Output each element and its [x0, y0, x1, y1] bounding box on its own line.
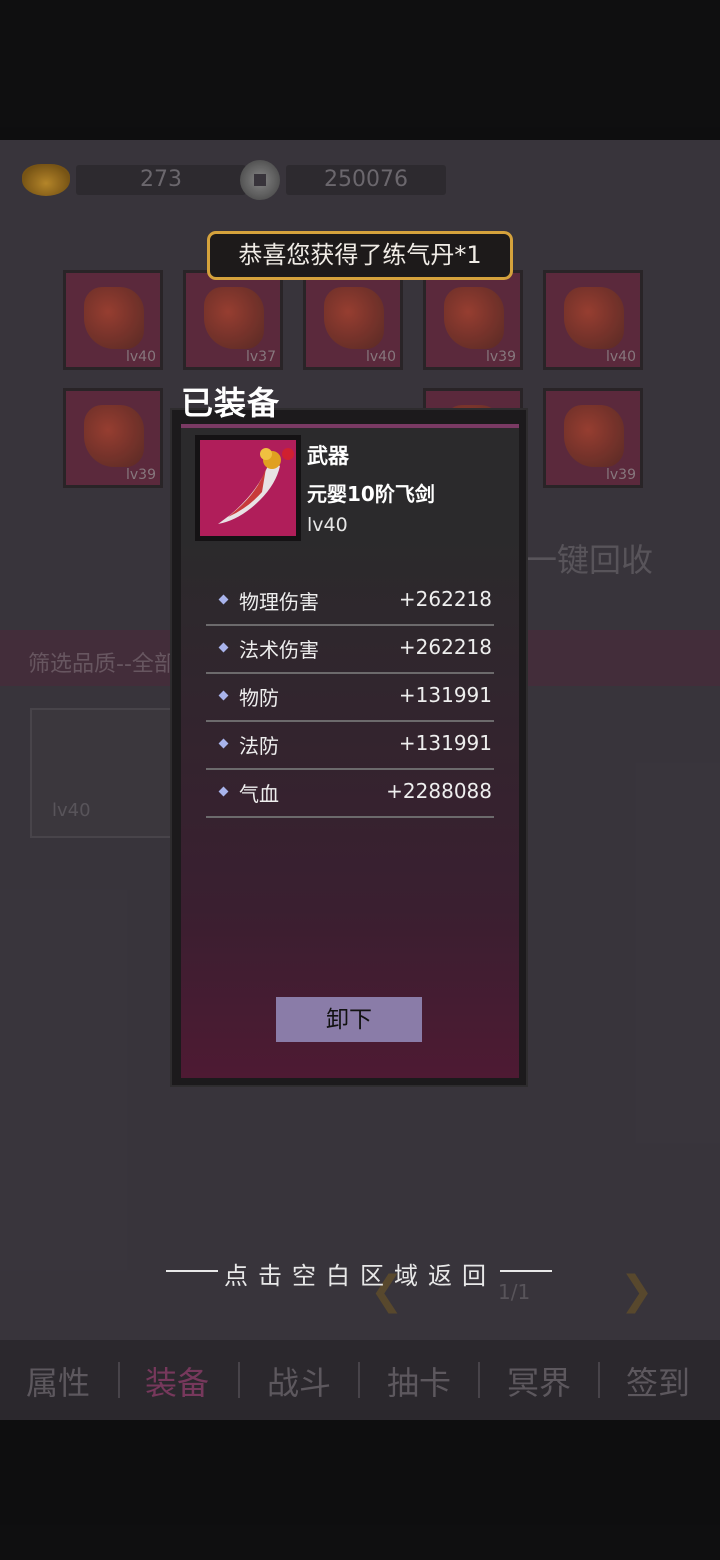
stat-row: 气血 +2288088 [206, 770, 494, 818]
unequip-button[interactable]: 卸下 [276, 997, 422, 1042]
stat-name: 物理伤害 [239, 590, 319, 614]
reward-toast: 恭喜您获得了练气丹*1 [207, 231, 513, 280]
stat-row: 法术伤害 +262218 [206, 626, 494, 674]
stat-name: 法术伤害 [239, 638, 319, 662]
stat-name: 物防 [239, 686, 279, 710]
stat-row: 法防 +131991 [206, 722, 494, 770]
stat-row: 物防 +131991 [206, 674, 494, 722]
diamond-bullet-icon [218, 786, 229, 797]
tap-to-return-hint: 点击空白区域返回 [224, 1262, 496, 1290]
item-type: 武器 [307, 444, 349, 468]
stat-value: +262218 [398, 635, 492, 659]
stat-value: +262218 [398, 587, 492, 611]
item-icon-frame [195, 435, 301, 541]
stat-row: 物理伤害 +262218 [206, 578, 494, 626]
stat-value: +131991 [398, 683, 492, 707]
item-level: lv40 [307, 514, 348, 536]
stat-value: +131991 [398, 731, 492, 755]
stat-name: 气血 [239, 782, 279, 806]
diamond-bullet-icon [218, 738, 229, 749]
stat-name: 法防 [239, 734, 279, 758]
diamond-bullet-icon [218, 642, 229, 653]
panel-title: 已装备 [181, 384, 281, 422]
diamond-bullet-icon [218, 690, 229, 701]
hint-line-right [500, 1270, 552, 1272]
stat-value: +2288088 [386, 779, 492, 803]
flying-sword-icon [200, 440, 296, 536]
diamond-bullet-icon [218, 594, 229, 605]
item-name: 元婴10阶飞剑 [307, 482, 435, 506]
